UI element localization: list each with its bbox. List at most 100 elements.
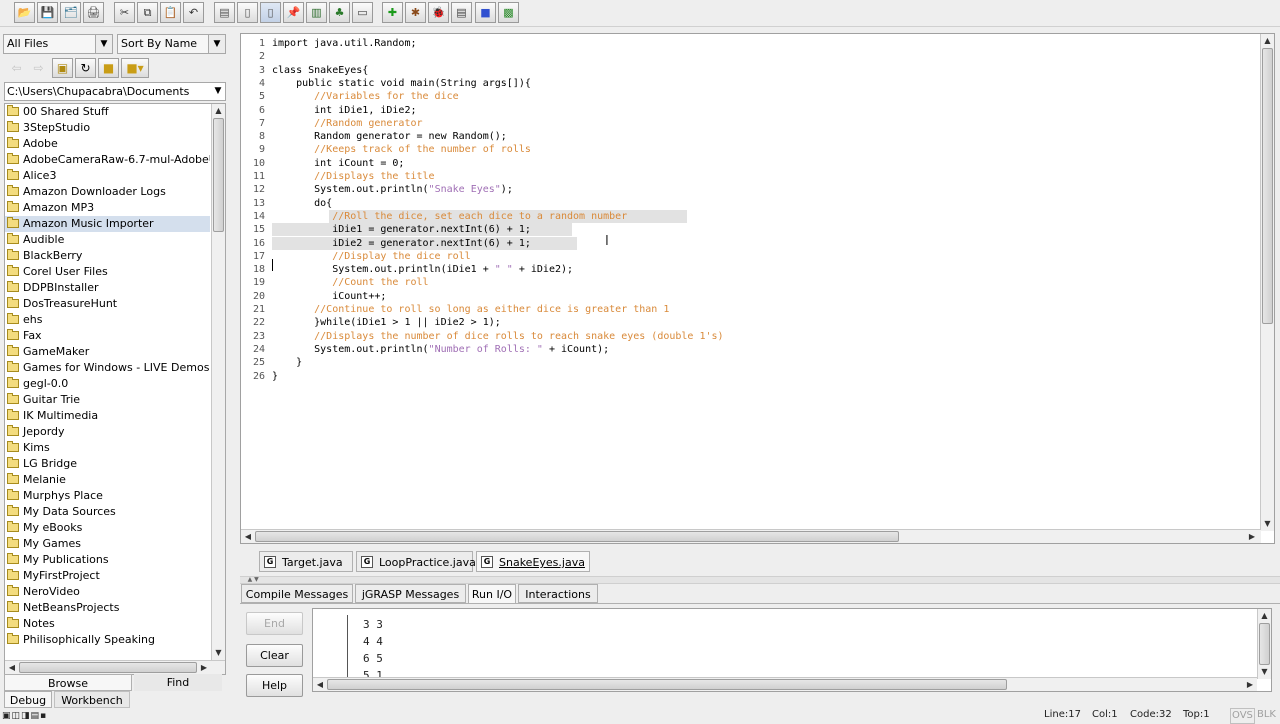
scroll-thumb[interactable] — [327, 679, 1007, 690]
folder-list-item[interactable]: AdobeCameraRaw-6.7-mul-AdobeUpdate — [5, 152, 210, 168]
scroll-right-icon[interactable]: ▶ — [1243, 678, 1257, 691]
scroll-up-icon[interactable]: ▲ — [1261, 34, 1274, 48]
folder-list-item[interactable]: 3StepStudio — [5, 120, 210, 136]
folder-list-item[interactable]: NeroVideo — [5, 584, 210, 600]
tab-snake-eyes-java[interactable]: G SnakeEyes.java — [476, 551, 590, 572]
folder-list-item[interactable]: Fax — [5, 328, 210, 344]
scroll-left-icon[interactable]: ◀ — [313, 678, 327, 691]
folder-list-item[interactable]: Notes — [5, 616, 210, 632]
undo-button[interactable]: ↶ — [183, 2, 204, 23]
remove-csd-button[interactable]: ▯ — [237, 2, 258, 23]
home-folder-button[interactable]: ■ — [98, 58, 119, 78]
scroll-thumb[interactable] — [255, 531, 899, 542]
console-hscrollbar[interactable]: ◀ ▶ — [313, 677, 1257, 691]
folder-list-hscrollbar[interactable]: ◀ ▶ — [5, 660, 225, 674]
pane-splitter[interactable]: ▲ ▼ — [240, 576, 1280, 584]
folder-list-item[interactable]: ehs — [5, 312, 210, 328]
folder-list-item[interactable]: gegl-0.0 — [5, 376, 210, 392]
tab-compile-messages[interactable]: Compile Messages — [241, 584, 353, 603]
folder-list-item[interactable]: Kims — [5, 440, 210, 456]
paste-button[interactable]: 📋 — [160, 2, 181, 23]
scroll-up-icon[interactable]: ▲ — [212, 104, 225, 118]
sort-select[interactable]: Sort By Name ▼ — [117, 34, 226, 54]
folder-list-item[interactable]: My eBooks — [5, 520, 210, 536]
folder-list-item[interactable]: Melanie — [5, 472, 210, 488]
folder-list-item[interactable]: Murphys Place — [5, 488, 210, 504]
tab-workbench[interactable]: Workbench — [54, 691, 130, 708]
folder-list-item[interactable]: MyFirstProject — [5, 568, 210, 584]
tab-find[interactable]: Find — [134, 674, 222, 691]
folder-list-item[interactable]: Adobe — [5, 136, 210, 152]
scroll-thumb[interactable] — [213, 118, 224, 232]
folder-list-item[interactable]: IK Multimedia — [5, 408, 210, 424]
refresh-button[interactable]: ↻ — [75, 58, 96, 78]
scroll-thumb[interactable] — [1259, 623, 1270, 665]
code-editor[interactable]: 1 2 3 4 5 6 7 8 9 10 11 12 13 14 15 16 17 18 19 20 21 22 23 24 2… — [240, 33, 1275, 544]
save-button[interactable]: 💾 — [37, 2, 58, 23]
tab-interactions[interactable]: Interactions — [518, 584, 598, 603]
scroll-right-icon[interactable]: ▶ — [1245, 530, 1259, 543]
run-io-console[interactable]: 3 34 46 55 1 ▲ ▼ ◀ ▶ — [312, 608, 1272, 692]
step-button[interactable]: ▤ — [451, 2, 472, 23]
folder-list-item[interactable]: LG Bridge — [5, 456, 210, 472]
tab-browse[interactable]: Browse — [4, 674, 132, 691]
print-button[interactable]: 🖨 — [83, 2, 104, 23]
fold-button[interactable]: ▯ — [260, 2, 281, 23]
tab-loop-practice-java[interactable]: G LoopPractice.java — [356, 551, 476, 572]
bug-button[interactable]: 🐞 — [428, 2, 449, 23]
folder-list-item[interactable]: DDPBInstaller — [5, 280, 210, 296]
tab-jgrasp-messages[interactable]: jGRASP Messages — [355, 584, 466, 603]
folder-list-vscrollbar[interactable]: ▲ ▼ — [211, 104, 225, 660]
file-filter-select[interactable]: All Files ▼ — [3, 34, 113, 54]
back-button[interactable]: ⇦ — [6, 58, 27, 78]
help-button[interactable]: Help — [246, 674, 303, 697]
folder-list-item[interactable]: My Games — [5, 536, 210, 552]
folder-list-item[interactable]: Corel User Files — [5, 264, 210, 280]
folder-list-item[interactable]: Philisophically Speaking — [5, 632, 210, 648]
generate-csd-button[interactable]: ▤ — [214, 2, 235, 23]
folder-list-item[interactable]: GameMaker — [5, 344, 210, 360]
end-button[interactable]: End — [246, 612, 303, 635]
tab-target-java[interactable]: G Target.java — [259, 551, 353, 572]
path-select[interactable]: C:\Users\Chupacabra\Documents ▼ — [4, 82, 226, 101]
scroll-up-icon[interactable]: ▲ — [1258, 609, 1271, 623]
editor-vscrollbar[interactable]: ▲ ▼ — [1260, 34, 1274, 531]
folder-list-item[interactable]: Amazon MP3 — [5, 200, 210, 216]
compile-button[interactable]: ♣ — [329, 2, 350, 23]
canvas-button[interactable]: ▩ — [498, 2, 519, 23]
scroll-down-icon[interactable]: ▼ — [1258, 665, 1271, 679]
folder-list-item[interactable]: Jepordy — [5, 424, 210, 440]
build-button[interactable]: ▥ — [306, 2, 327, 23]
tab-run-io[interactable]: Run I/O — [468, 584, 516, 603]
window-layout-icons[interactable]: ▣◫◨▤▪ — [2, 709, 47, 723]
scroll-down-icon[interactable]: ▼ — [212, 646, 225, 660]
copy-button[interactable]: ⧉ — [137, 2, 158, 23]
open-folder-button[interactable]: 📂 — [14, 2, 35, 23]
folder-list-item[interactable]: My Data Sources — [5, 504, 210, 520]
folder-list-item[interactable]: NetBeansProjects — [5, 600, 210, 616]
folder-list-item[interactable]: Amazon Downloader Logs — [5, 184, 210, 200]
clear-button[interactable]: Clear — [246, 644, 303, 667]
folder-menu-button[interactable]: ■▾ — [121, 58, 149, 78]
folder-list-item[interactable]: Amazon Music Importer — [5, 216, 210, 232]
folder-list-item[interactable]: My Publications — [5, 552, 210, 568]
folder-list-item[interactable]: 00 Shared Stuff — [5, 104, 210, 120]
scroll-down-icon[interactable]: ▼ — [1261, 517, 1274, 531]
scroll-left-icon[interactable]: ◀ — [241, 530, 255, 543]
folder-list-item[interactable]: Guitar Trie — [5, 392, 210, 408]
scroll-right-icon[interactable]: ▶ — [197, 661, 211, 674]
editor-hscrollbar[interactable]: ◀ ▶ — [241, 529, 1261, 543]
cut-button[interactable]: ✂ — [114, 2, 135, 23]
run-button[interactable]: ✚ — [382, 2, 403, 23]
tab-debug[interactable]: Debug — [4, 691, 52, 708]
forward-button[interactable]: ⇨ — [28, 58, 49, 78]
parent-folder-button[interactable]: ▣ — [52, 58, 73, 78]
folder-list-item[interactable]: DosTreasureHunt — [5, 296, 210, 312]
debug-button[interactable]: ✱ — [405, 2, 426, 23]
save-all-button[interactable]: 🗂 — [60, 2, 81, 23]
folder-list-item[interactable]: Alice3 — [5, 168, 210, 184]
stop-button[interactable]: ■ — [475, 2, 496, 23]
scroll-thumb[interactable] — [19, 662, 197, 673]
folder-list-item[interactable]: BlackBerry — [5, 248, 210, 264]
pin-button[interactable]: 📌 — [283, 2, 304, 23]
